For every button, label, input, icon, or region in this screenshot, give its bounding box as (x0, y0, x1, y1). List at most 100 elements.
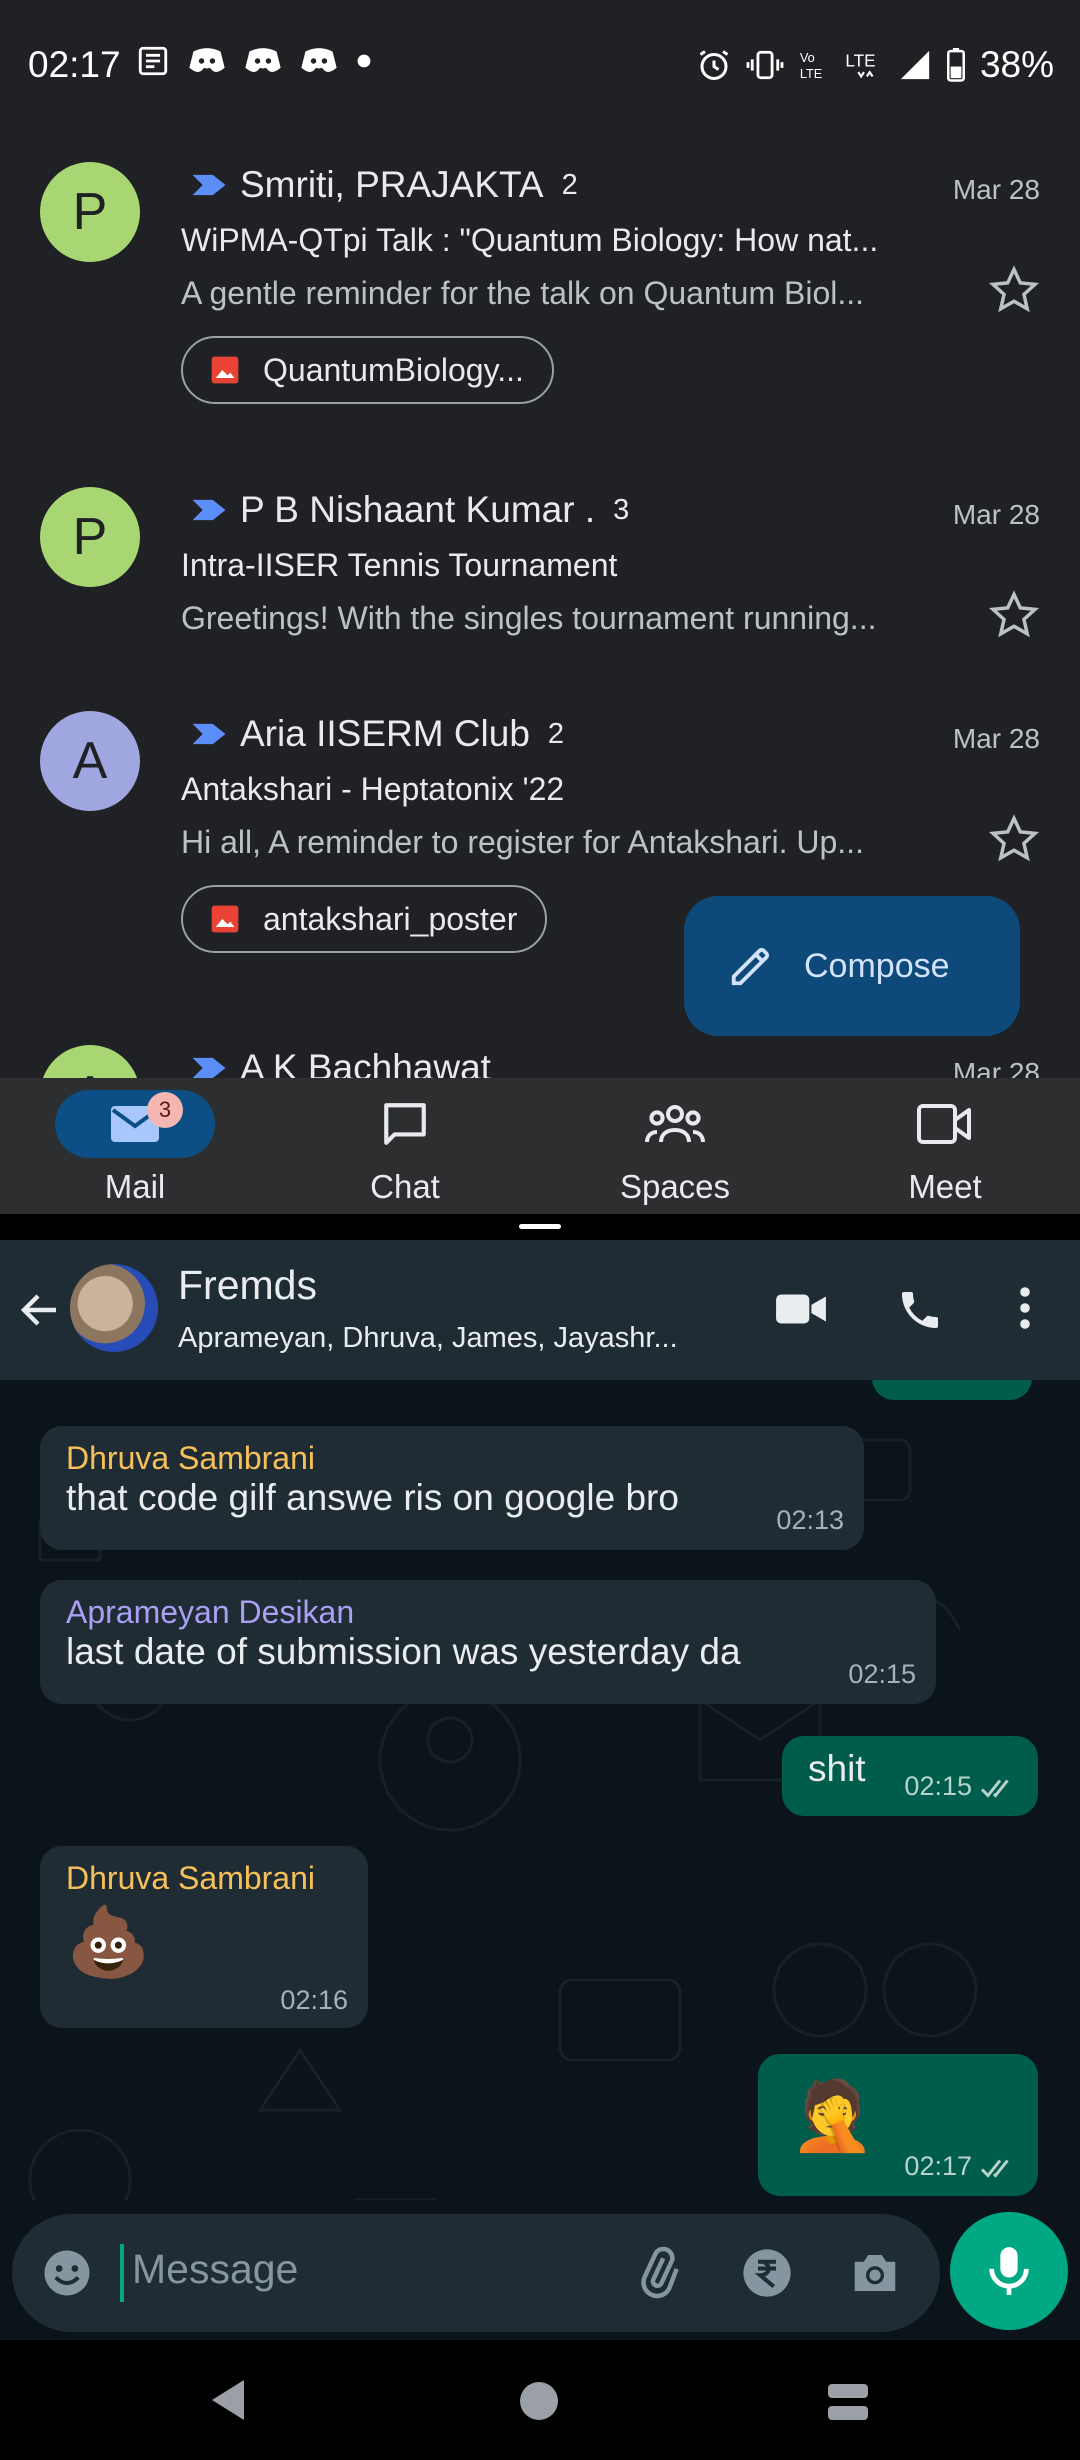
more-options-icon[interactable] (1016, 1284, 1034, 1332)
lte-icon: LTE (845, 50, 876, 79)
status-bar: 02:17 Vo LTE LTE 38% (0, 0, 1080, 130)
attachment-paperclip-icon[interactable] (632, 2246, 686, 2300)
avatar-letter: A (73, 1065, 108, 1078)
nav-tab-mail[interactable]: 3 Mail (0, 1078, 270, 1214)
chat-message-area[interactable]: Dhruva Sambrani that code gilf answe ris… (0, 1380, 1080, 2340)
gmail-bottom-nav: 3 Mail Chat Spaces Meet (0, 1078, 1080, 1214)
star-icon[interactable] (988, 264, 1040, 316)
star-icon[interactable] (988, 813, 1040, 865)
nav-pill[interactable] (595, 1090, 755, 1158)
more-notifications-dot-icon (357, 54, 371, 68)
chat-icon (384, 1103, 426, 1145)
avatar-letter: A (72, 732, 108, 790)
sender-row: A K Bachhawat (190, 1047, 491, 1078)
email-subject: Intra-IISER Tennis Tournament (181, 547, 618, 583)
system-navigation-bar (0, 2340, 1080, 2460)
email-date: Mar 28 (952, 723, 1040, 754)
message-bubble-outgoing[interactable]: shit 02:15 (782, 1736, 1038, 1816)
read-receipt-icon (980, 1779, 1009, 1798)
nav-pill[interactable] (325, 1090, 485, 1158)
email-snippet: A gentle reminder for the talk on Quantu… (181, 275, 865, 311)
system-back-icon[interactable] (208, 2378, 248, 2422)
attachment-chip[interactable]: QuantumBiology... (181, 336, 554, 404)
message-bubble-incoming[interactable]: Dhruva Sambrani 💩 02:16 (40, 1846, 368, 2028)
message-author[interactable]: Dhruva Sambrani (66, 1860, 342, 1897)
message-bubble-incoming[interactable]: Aprameyan Desikan last date of submissio… (40, 1580, 936, 1704)
message-time: 02:15 (904, 1771, 972, 1801)
sender-name: Smriti, PRAJAKTA (240, 164, 544, 205)
meet-icon (917, 1104, 971, 1144)
nav-pill[interactable] (865, 1090, 1025, 1158)
alarm-icon (699, 50, 729, 80)
sender-avatar[interactable]: A (40, 711, 140, 811)
camera-icon[interactable] (848, 2246, 902, 2300)
nav-label: Mail (104, 1168, 166, 1205)
status-time: 02:17 (28, 44, 121, 85)
nav-tab-chat[interactable]: Chat (270, 1078, 540, 1214)
discord-icon (245, 48, 281, 73)
group-avatar[interactable] (70, 1264, 158, 1352)
back-arrow-icon[interactable] (16, 1286, 64, 1334)
importance-marker-icon[interactable] (190, 497, 228, 523)
avatar-letter: P (72, 183, 108, 241)
email-item[interactable]: P Smriti, PRAJAKTA 2 Mar 28 WiPMA-QTpi T… (0, 130, 1080, 455)
spaces-icon (645, 1105, 705, 1143)
email-snippet: Greetings! With the singles tournament r… (181, 600, 877, 636)
sender-name: A K Bachhawat (240, 1047, 491, 1078)
sender-avatar[interactable]: A (40, 1045, 140, 1078)
read-receipt-icon (980, 2159, 1009, 2178)
nav-pill[interactable]: 3 (55, 1090, 215, 1158)
payment-rupee-icon[interactable] (740, 2246, 794, 2300)
importance-marker-icon[interactable] (190, 172, 228, 198)
sender-name: Aria IISERM Club (240, 713, 530, 754)
system-home-icon[interactable] (520, 2382, 558, 2420)
emoji-icon[interactable] (40, 2246, 94, 2300)
message-time: 02:16 (280, 1985, 348, 2015)
attachment-chip[interactable]: antakshari_poster (181, 885, 548, 953)
importance-marker-icon[interactable] (190, 1055, 228, 1078)
message-time: 02:15 (848, 1659, 916, 1689)
message-author[interactable]: Dhruva Sambrani (66, 1440, 838, 1477)
sender-avatar[interactable]: P (40, 162, 140, 262)
thread-count: 3 (613, 493, 630, 526)
message-time: 02:17 (904, 2151, 972, 2181)
email-date: Mar 28 (952, 174, 1040, 205)
sender-avatar[interactable]: P (40, 487, 140, 587)
sender-row: P B Nishaant Kumar . 3 (190, 489, 629, 531)
thread-count: 2 (547, 717, 565, 750)
split-screen-divider[interactable] (0, 1214, 1080, 1240)
divider-handle[interactable] (519, 1224, 561, 1229)
whatsapp-chat-header: Fremds Aprameyan, Dhruva, James, Jayashr… (0, 1240, 1080, 1380)
chat-participants[interactable]: Aprameyan, Dhruva, James, Jayashr... (178, 1322, 738, 1355)
email-subject: WiPMA-QTpi Talk : "Quantum Biology: How … (181, 222, 879, 258)
message-emoji: 💩 (66, 1904, 151, 1980)
compose-label: Compose (804, 946, 950, 985)
image-file-icon (211, 905, 239, 933)
email-date: Mar 28 (952, 1057, 1040, 1078)
email-subject: Antakshari - Heptatonix '22 (181, 771, 565, 807)
message-bubble-outgoing[interactable]: 🤦 02:17 (758, 2054, 1038, 2196)
gmail-inbox-list[interactable]: P Smriti, PRAJAKTA 2 Mar 28 WiPMA-QTpi T… (0, 130, 1080, 1078)
compose-button[interactable]: Compose (684, 896, 1020, 1036)
message-input[interactable]: Message (132, 2246, 298, 2293)
message-input-bar[interactable]: Message (12, 2214, 940, 2332)
message-bubble-incoming[interactable]: Dhruva Sambrani that code gilf answe ris… (40, 1426, 864, 1550)
chat-title[interactable]: Fremds (178, 1262, 317, 1309)
importance-marker-icon[interactable] (190, 721, 228, 747)
nav-tab-meet[interactable]: Meet (810, 1078, 1080, 1214)
text-cursor (120, 2244, 124, 2302)
voice-message-button[interactable] (950, 2212, 1068, 2330)
video-call-icon[interactable] (774, 1288, 828, 1330)
image-file-icon (211, 356, 239, 384)
message-author[interactable]: Aprameyan Desikan (66, 1594, 910, 1631)
voice-call-icon[interactable] (896, 1286, 944, 1334)
email-item[interactable]: P P B Nishaant Kumar . 3 Mar 28 Intra-II… (0, 455, 1080, 687)
nav-tab-spaces[interactable]: Spaces (540, 1078, 810, 1214)
sender-name: P B Nishaant Kumar . (240, 489, 596, 530)
message-bubble-outgoing[interactable] (872, 1380, 1032, 1400)
star-icon[interactable] (988, 589, 1040, 641)
vibrate-icon (746, 50, 784, 80)
system-recents-icon[interactable] (826, 2380, 870, 2424)
email-date: Mar 28 (952, 499, 1040, 530)
nav-label: Chat (370, 1168, 440, 1205)
